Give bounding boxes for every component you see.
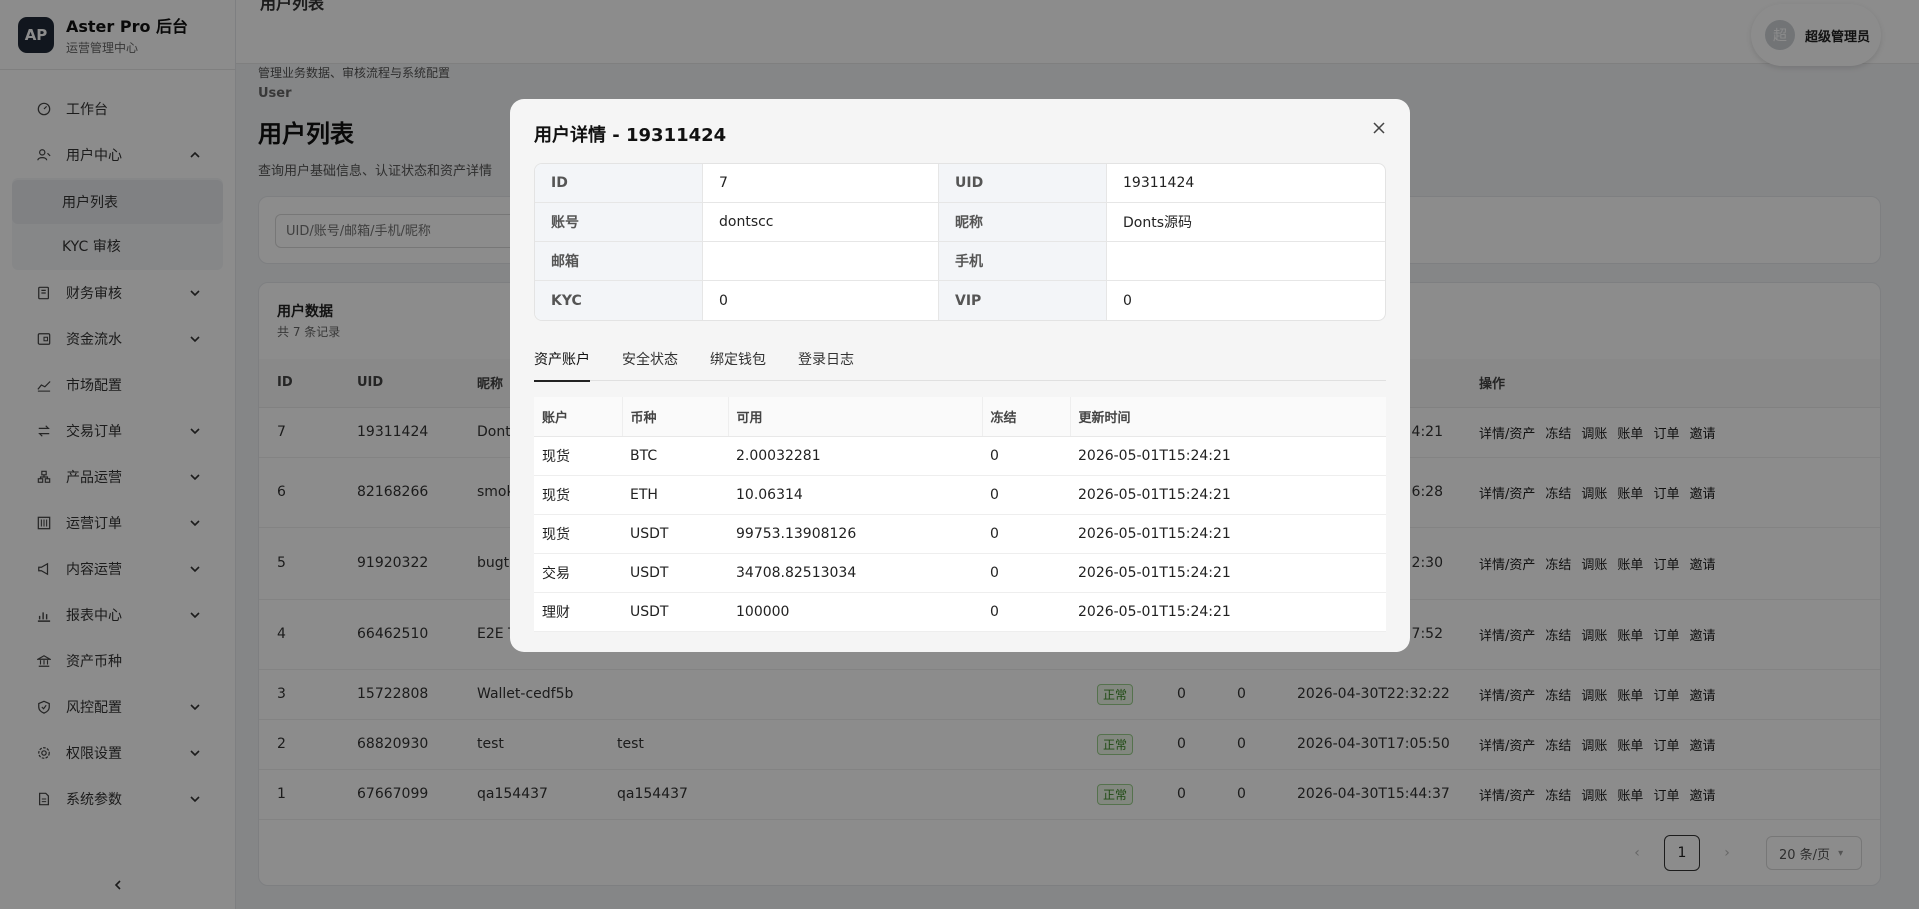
info-label: ID <box>535 164 703 202</box>
cell-frozen: 0 <box>982 436 1070 476</box>
cell-coin: ETH <box>622 475 728 515</box>
info-row: 邮箱 手机 <box>535 242 1385 281</box>
tab-security-status[interactable]: 安全状态 <box>622 347 678 381</box>
info-value <box>703 242 939 280</box>
asset-table-header: 账户 币种 可用 冻结 更新时间 <box>534 397 1386 437</box>
cell-available: 2.00032281 <box>728 436 982 476</box>
cell-coin: USDT <box>622 592 728 632</box>
info-label: 昵称 <box>939 203 1107 241</box>
tab-bound-wallets[interactable]: 绑定钱包 <box>710 347 766 381</box>
info-value <box>1107 242 1385 280</box>
info-value: 7 <box>703 164 939 202</box>
close-icon[interactable] <box>1368 117 1390 139</box>
column-header: 可用 <box>728 397 983 437</box>
cell-updated: 2026-05-01T15:24:21 <box>1070 592 1386 632</box>
cell-updated: 2026-05-01T15:24:21 <box>1070 475 1386 515</box>
info-label: 账号 <box>535 203 703 241</box>
info-value: dontscc <box>703 203 939 241</box>
cell-available: 100000 <box>728 592 982 632</box>
modal-title: 用户详情 - 19311424 <box>534 125 727 146</box>
cell-available: 99753.13908126 <box>728 514 982 554</box>
info-label: 手机 <box>939 242 1107 280</box>
asset-row: 现货 USDT 99753.13908126 0 2026-05-01T15:24:21 <box>534 514 1386 554</box>
info-label: VIP <box>939 281 1107 320</box>
cell-account: 现货 <box>534 436 622 476</box>
info-label: KYC <box>535 281 703 320</box>
column-header: 冻结 <box>982 397 1071 437</box>
user-detail-modal: 用户详情 - 19311424 ID 7 UID 19311424 账号 don… <box>510 99 1410 652</box>
info-label: UID <box>939 164 1107 202</box>
detail-tabs: 资产账户 安全状态 绑定钱包 登录日志 <box>534 347 1386 382</box>
info-value: 19311424 <box>1123 175 1195 191</box>
asset-row: 理财 USDT 100000 0 2026-05-01T15:24:21 <box>534 592 1386 632</box>
cell-account: 交易 <box>534 553 622 593</box>
cell-account: 理财 <box>534 592 622 632</box>
cell-coin: USDT <box>622 514 728 554</box>
info-row: 账号 dontscc 昵称 Donts源码 <box>535 203 1385 242</box>
cell-coin: BTC <box>622 436 728 476</box>
user-info-descriptions: ID 7 UID 19311424 账号 dontscc 昵称 Donts源码 … <box>534 163 1386 321</box>
asset-row: 交易 USDT 34708.82513034 0 2026-05-01T15:24:21 <box>534 553 1386 593</box>
cell-account: 现货 <box>534 514 622 554</box>
cell-frozen: 0 <box>982 553 1070 593</box>
cell-coin: USDT <box>622 553 728 593</box>
cell-updated: 2026-05-01T15:24:21 <box>1070 514 1386 554</box>
column-header: 币种 <box>622 397 729 437</box>
info-value: Donts源码 <box>1123 215 1193 231</box>
column-header: 账户 <box>534 397 623 437</box>
column-header: 更新时间 <box>1070 397 1386 437</box>
info-value: 0 <box>703 281 939 320</box>
asset-row: 现货 BTC 2.00032281 0 2026-05-01T15:24:21 <box>534 436 1386 476</box>
info-label: 邮箱 <box>535 242 703 280</box>
tab-asset-accounts[interactable]: 资产账户 <box>534 347 590 382</box>
cell-available: 34708.82513034 <box>728 553 982 593</box>
cell-account: 现货 <box>534 475 622 515</box>
cell-frozen: 0 <box>982 592 1070 632</box>
cell-frozen: 0 <box>982 514 1070 554</box>
cell-frozen: 0 <box>982 475 1070 515</box>
info-row: KYC 0 VIP 0 <box>535 281 1385 320</box>
cell-updated: 2026-05-01T15:24:21 <box>1070 553 1386 593</box>
asset-row: 现货 ETH 10.06314 0 2026-05-01T15:24:21 <box>534 475 1386 515</box>
asset-table: 账户 币种 可用 冻结 更新时间 现货 BTC 2.00032281 0 2026-05… <box>534 397 1386 632</box>
info-value: 0 <box>1123 292 1132 309</box>
cell-updated: 2026-05-01T15:24:21 <box>1070 436 1386 476</box>
tab-login-logs[interactable]: 登录日志 <box>798 347 854 381</box>
cell-available: 10.06314 <box>728 475 982 515</box>
info-row: ID 7 UID 19311424 <box>535 164 1385 203</box>
